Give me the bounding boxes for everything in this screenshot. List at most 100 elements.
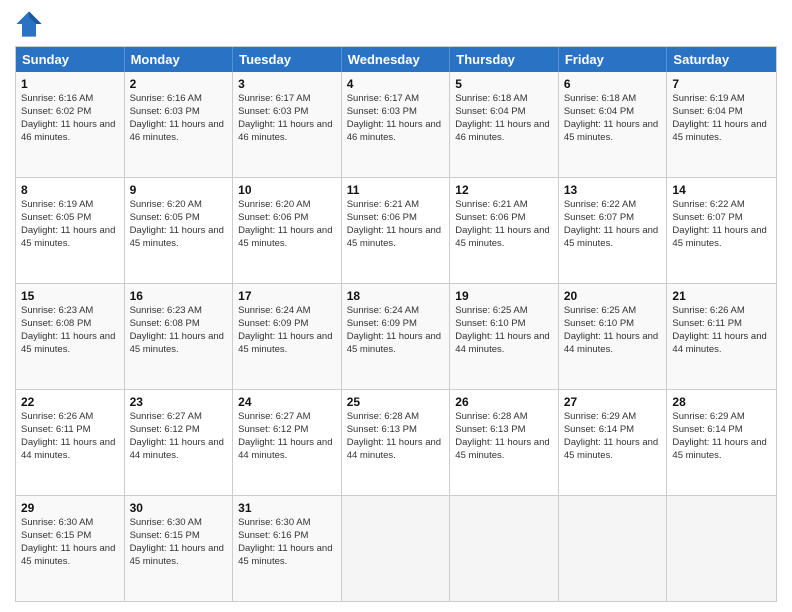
day-number: 23 — [130, 394, 228, 410]
day-number: 11 — [347, 182, 445, 198]
sunset-label: Sunset: 6:12 PM — [130, 424, 200, 435]
day-number: 18 — [347, 288, 445, 304]
day-number: 20 — [564, 288, 662, 304]
header — [15, 10, 777, 38]
empty-cell — [450, 496, 559, 601]
day-number: 10 — [238, 182, 336, 198]
daylight-label: Daylight: 11 hours and 44 minutes. — [455, 331, 549, 355]
sunrise-label: Sunrise: 6:25 AM — [455, 305, 527, 316]
day-number: 24 — [238, 394, 336, 410]
day-number: 15 — [21, 288, 119, 304]
sunset-label: Sunset: 6:14 PM — [564, 424, 634, 435]
daylight-label: Daylight: 11 hours and 45 minutes. — [238, 331, 332, 355]
calendar: SundayMondayTuesdayWednesdayThursdayFrid… — [15, 46, 777, 602]
daylight-label: Daylight: 11 hours and 45 minutes. — [130, 225, 224, 249]
day-number: 30 — [130, 500, 228, 516]
empty-cell — [667, 496, 776, 601]
sunrise-label: Sunrise: 6:18 AM — [564, 93, 636, 104]
sunset-label: Sunset: 6:16 PM — [238, 530, 308, 541]
sunset-label: Sunset: 6:09 PM — [347, 318, 417, 329]
daylight-label: Daylight: 11 hours and 45 minutes. — [672, 437, 766, 461]
sunrise-label: Sunrise: 6:17 AM — [347, 93, 419, 104]
header-day-sunday: Sunday — [16, 47, 125, 72]
day-cell-30: 30 Sunrise: 6:30 AM Sunset: 6:15 PM Dayl… — [125, 496, 234, 601]
day-cell-27: 27 Sunrise: 6:29 AM Sunset: 6:14 PM Dayl… — [559, 390, 668, 495]
sunrise-label: Sunrise: 6:22 AM — [672, 199, 744, 210]
day-cell-24: 24 Sunrise: 6:27 AM Sunset: 6:12 PM Dayl… — [233, 390, 342, 495]
sunrise-label: Sunrise: 6:18 AM — [455, 93, 527, 104]
day-number: 17 — [238, 288, 336, 304]
day-cell-10: 10 Sunrise: 6:20 AM Sunset: 6:06 PM Dayl… — [233, 178, 342, 283]
sunset-label: Sunset: 6:09 PM — [238, 318, 308, 329]
day-cell-16: 16 Sunrise: 6:23 AM Sunset: 6:08 PM Dayl… — [125, 284, 234, 389]
sunrise-label: Sunrise: 6:19 AM — [672, 93, 744, 104]
day-cell-1: 1 Sunrise: 6:16 AM Sunset: 6:02 PM Dayli… — [16, 72, 125, 177]
day-number: 16 — [130, 288, 228, 304]
header-day-wednesday: Wednesday — [342, 47, 451, 72]
sunset-label: Sunset: 6:14 PM — [672, 424, 742, 435]
sunrise-label: Sunrise: 6:16 AM — [130, 93, 202, 104]
calendar-row-5: 29 Sunrise: 6:30 AM Sunset: 6:15 PM Dayl… — [16, 495, 776, 601]
day-number: 5 — [455, 76, 553, 92]
day-number: 29 — [21, 500, 119, 516]
sunrise-label: Sunrise: 6:21 AM — [455, 199, 527, 210]
calendar-body: 1 Sunrise: 6:16 AM Sunset: 6:02 PM Dayli… — [16, 72, 776, 601]
day-cell-21: 21 Sunrise: 6:26 AM Sunset: 6:11 PM Dayl… — [667, 284, 776, 389]
sunset-label: Sunset: 6:04 PM — [455, 106, 525, 117]
sunrise-label: Sunrise: 6:19 AM — [21, 199, 93, 210]
sunset-label: Sunset: 6:11 PM — [672, 318, 742, 329]
sunrise-label: Sunrise: 6:21 AM — [347, 199, 419, 210]
day-cell-26: 26 Sunrise: 6:28 AM Sunset: 6:13 PM Dayl… — [450, 390, 559, 495]
sunrise-label: Sunrise: 6:29 AM — [672, 411, 744, 422]
daylight-label: Daylight: 11 hours and 46 minutes. — [130, 119, 224, 143]
day-number: 7 — [672, 76, 771, 92]
page: SundayMondayTuesdayWednesdayThursdayFrid… — [0, 0, 792, 612]
sunrise-label: Sunrise: 6:28 AM — [455, 411, 527, 422]
day-cell-9: 9 Sunrise: 6:20 AM Sunset: 6:05 PM Dayli… — [125, 178, 234, 283]
daylight-label: Daylight: 11 hours and 45 minutes. — [238, 225, 332, 249]
sunrise-label: Sunrise: 6:30 AM — [21, 517, 93, 528]
day-cell-17: 17 Sunrise: 6:24 AM Sunset: 6:09 PM Dayl… — [233, 284, 342, 389]
sunset-label: Sunset: 6:12 PM — [238, 424, 308, 435]
sunrise-label: Sunrise: 6:24 AM — [347, 305, 419, 316]
day-cell-22: 22 Sunrise: 6:26 AM Sunset: 6:11 PM Dayl… — [16, 390, 125, 495]
sunrise-label: Sunrise: 6:27 AM — [238, 411, 310, 422]
day-number: 21 — [672, 288, 771, 304]
sunset-label: Sunset: 6:15 PM — [130, 530, 200, 541]
day-number: 27 — [564, 394, 662, 410]
daylight-label: Daylight: 11 hours and 44 minutes. — [347, 437, 441, 461]
day-cell-25: 25 Sunrise: 6:28 AM Sunset: 6:13 PM Dayl… — [342, 390, 451, 495]
daylight-label: Daylight: 11 hours and 45 minutes. — [21, 543, 115, 567]
daylight-label: Daylight: 11 hours and 45 minutes. — [455, 225, 549, 249]
sunset-label: Sunset: 6:04 PM — [672, 106, 742, 117]
day-number: 9 — [130, 182, 228, 198]
sunset-label: Sunset: 6:07 PM — [672, 212, 742, 223]
sunset-label: Sunset: 6:08 PM — [130, 318, 200, 329]
sunrise-label: Sunrise: 6:26 AM — [21, 411, 93, 422]
sunset-label: Sunset: 6:13 PM — [455, 424, 525, 435]
sunrise-label: Sunrise: 6:16 AM — [21, 93, 93, 104]
header-day-monday: Monday — [125, 47, 234, 72]
day-cell-23: 23 Sunrise: 6:27 AM Sunset: 6:12 PM Dayl… — [125, 390, 234, 495]
day-number: 28 — [672, 394, 771, 410]
daylight-label: Daylight: 11 hours and 45 minutes. — [21, 225, 115, 249]
sunset-label: Sunset: 6:10 PM — [564, 318, 634, 329]
sunrise-label: Sunrise: 6:25 AM — [564, 305, 636, 316]
calendar-row-3: 15 Sunrise: 6:23 AM Sunset: 6:08 PM Dayl… — [16, 283, 776, 389]
day-cell-4: 4 Sunrise: 6:17 AM Sunset: 6:03 PM Dayli… — [342, 72, 451, 177]
day-cell-3: 3 Sunrise: 6:17 AM Sunset: 6:03 PM Dayli… — [233, 72, 342, 177]
day-number: 6 — [564, 76, 662, 92]
day-cell-29: 29 Sunrise: 6:30 AM Sunset: 6:15 PM Dayl… — [16, 496, 125, 601]
sunset-label: Sunset: 6:03 PM — [238, 106, 308, 117]
sunrise-label: Sunrise: 6:30 AM — [238, 517, 310, 528]
daylight-label: Daylight: 11 hours and 45 minutes. — [564, 119, 658, 143]
day-cell-12: 12 Sunrise: 6:21 AM Sunset: 6:06 PM Dayl… — [450, 178, 559, 283]
day-number: 22 — [21, 394, 119, 410]
daylight-label: Daylight: 11 hours and 45 minutes. — [564, 225, 658, 249]
sunset-label: Sunset: 6:06 PM — [455, 212, 525, 223]
sunrise-label: Sunrise: 6:24 AM — [238, 305, 310, 316]
sunset-label: Sunset: 6:02 PM — [21, 106, 91, 117]
daylight-label: Daylight: 11 hours and 44 minutes. — [21, 437, 115, 461]
daylight-label: Daylight: 11 hours and 45 minutes. — [130, 543, 224, 567]
day-cell-13: 13 Sunrise: 6:22 AM Sunset: 6:07 PM Dayl… — [559, 178, 668, 283]
